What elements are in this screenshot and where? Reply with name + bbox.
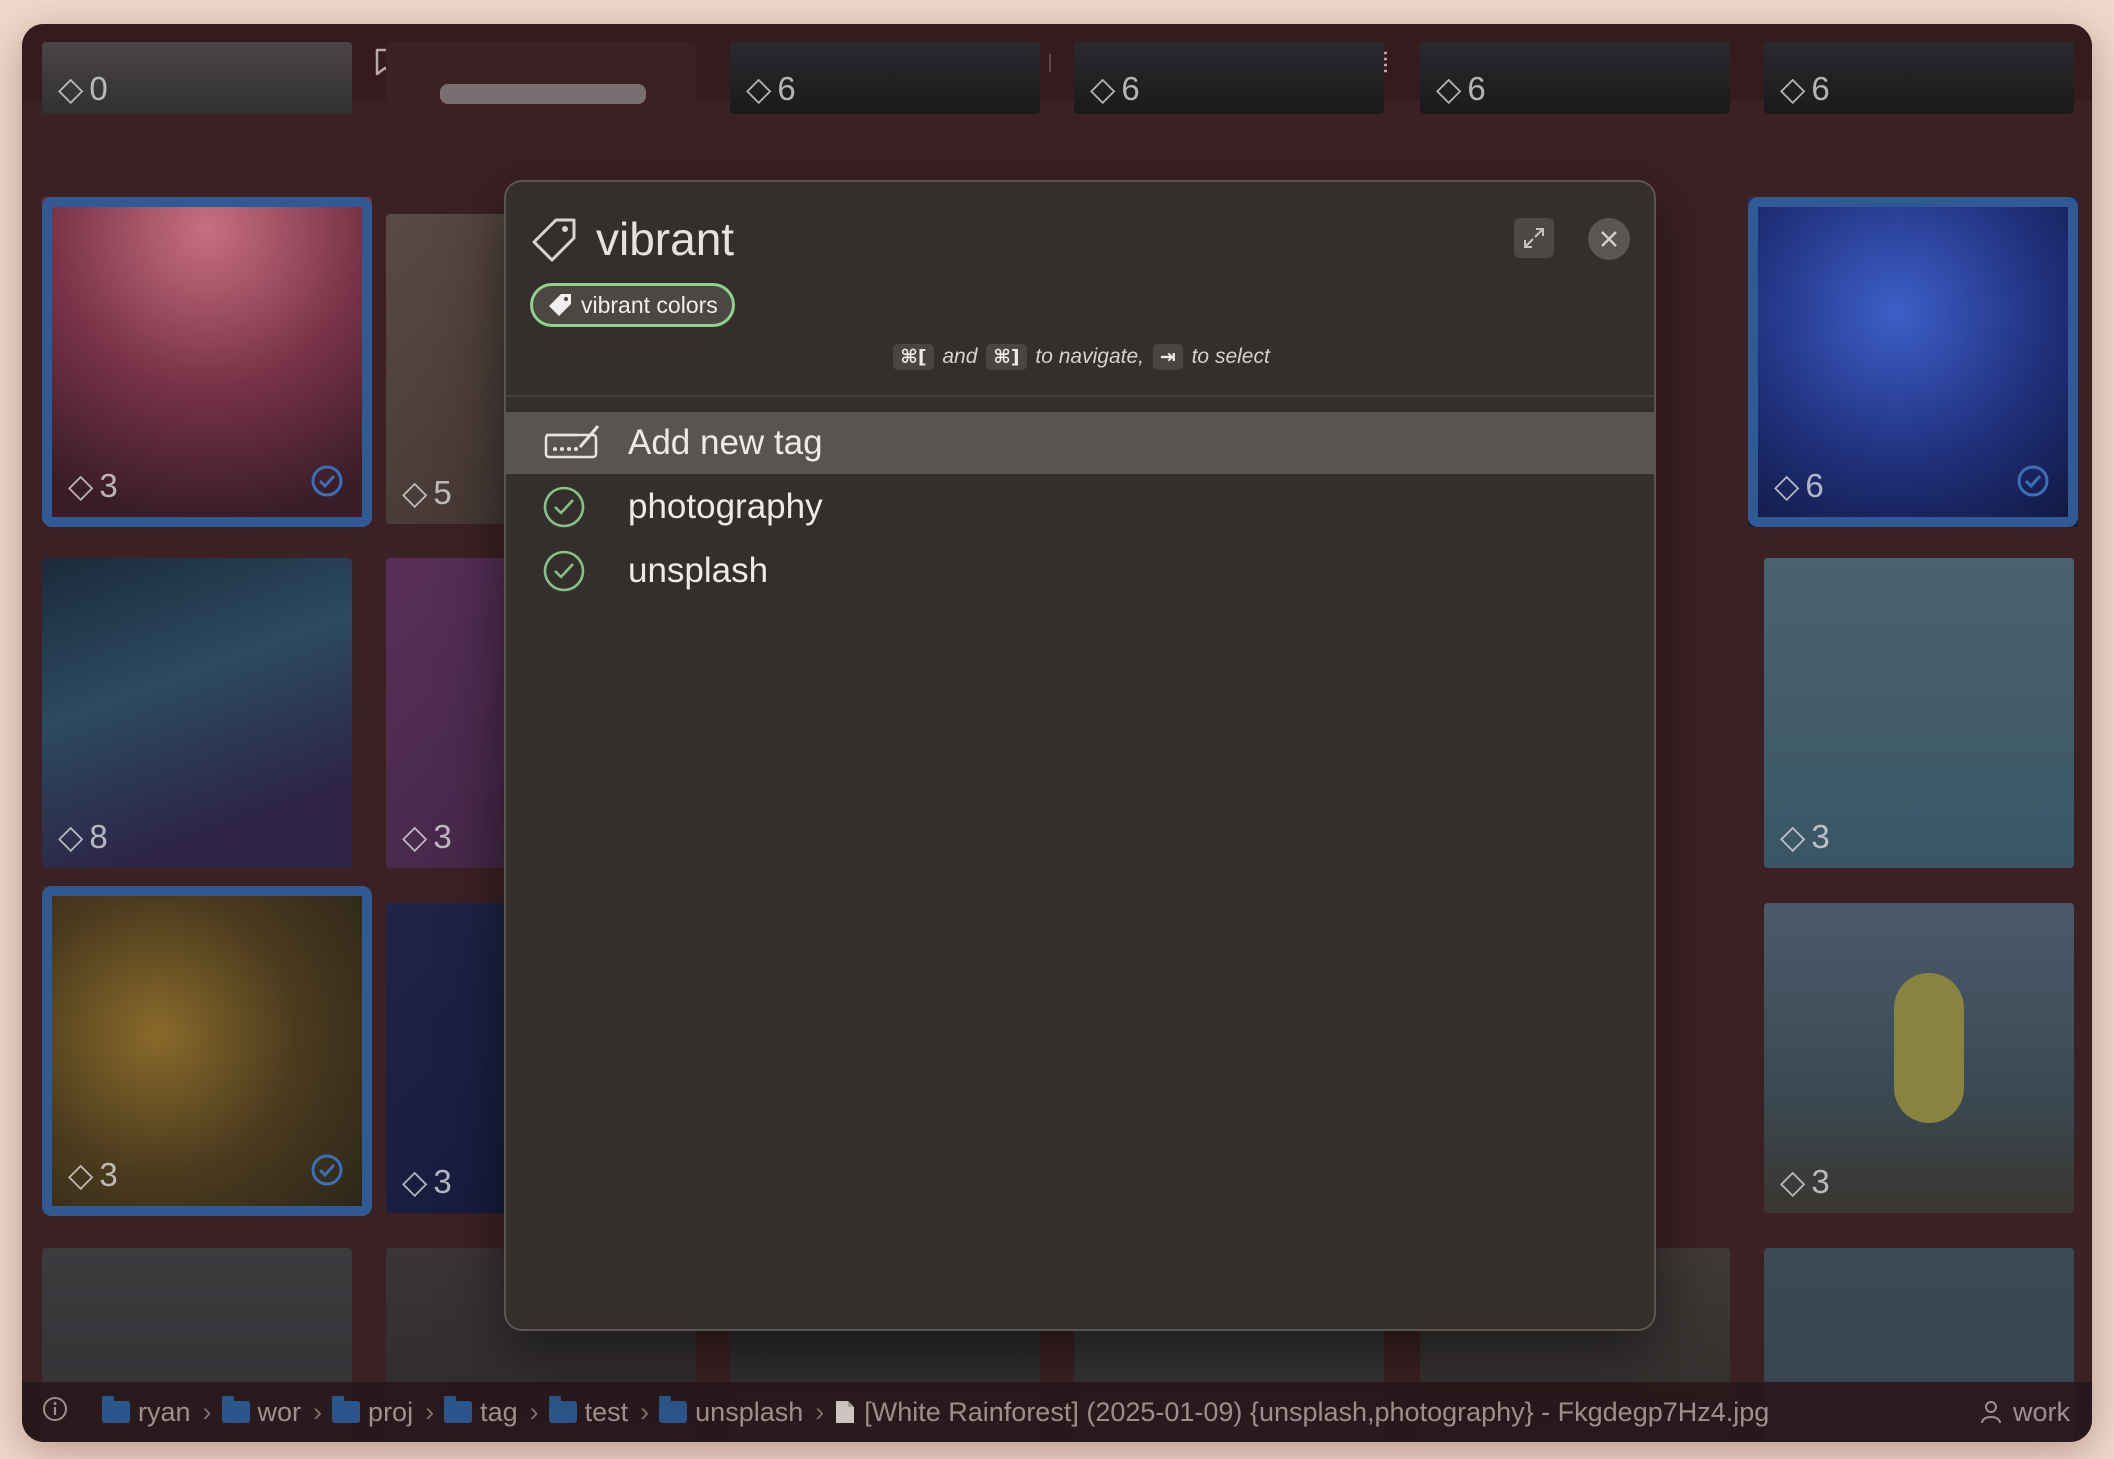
- thumbnail-sea-paddle[interactable]: ◇ 3: [1764, 558, 2074, 868]
- tag-icon: ◇: [1780, 818, 1806, 855]
- option-label: photography: [628, 487, 823, 526]
- tag-dialog: vibrant colors ⌘[ and ⌘] to navigate, ⇥ …: [504, 180, 1656, 1331]
- thumbnail-concert-pink[interactable]: ◇ 3: [42, 197, 372, 527]
- folder-icon: [102, 1396, 130, 1423]
- shortcut-key: ⇥: [1152, 344, 1183, 370]
- tag-icon: ◇: [1090, 70, 1116, 107]
- thumbnail-partial[interactable]: [386, 42, 696, 114]
- thumbnail-partial[interactable]: ◇ 6: [1764, 42, 2074, 114]
- tag-icon: [530, 216, 580, 271]
- close-button[interactable]: [1588, 218, 1630, 260]
- add-tag-icon: [542, 423, 612, 463]
- tag-icon: ◇: [58, 818, 84, 855]
- breadcrumb-item[interactable]: wor ›: [221, 1396, 322, 1428]
- user-icon: [1980, 1401, 2001, 1424]
- tag-count: ◇ 6: [1436, 69, 1486, 108]
- breadcrumb-file[interactable]: [White Rainforest] (2025-01-09) {unsplas…: [834, 1397, 1769, 1428]
- tag-icon: ◇: [1780, 70, 1806, 107]
- option-unsplash[interactable]: unsplash: [506, 540, 1654, 602]
- tag-icon: ◇: [1774, 467, 1800, 504]
- close-icon: [1601, 231, 1617, 247]
- tag-count: ◇ 0: [58, 69, 108, 108]
- bird-shape: [1894, 973, 1964, 1123]
- tag-icon: ◇: [402, 474, 428, 511]
- divider: [506, 395, 1654, 397]
- tag-count: ◇ 3: [68, 1155, 118, 1194]
- thumbnail-label-bar: [440, 84, 646, 104]
- app-window: ◇ 0 ◇ 6 ◇ 6 ◇ 6 ◇ 6 ◇ 3 ◇ 5 ◇ 6 ◇ 8 ◇ 3 …: [22, 24, 2092, 1442]
- tag-count: ◇ 3: [402, 1162, 452, 1201]
- workspace-indicator[interactable]: work: [1979, 1397, 2070, 1428]
- thumbnail-partial[interactable]: ◇ 0: [42, 42, 352, 114]
- folder-icon: [332, 1396, 361, 1423]
- tag-count: ◇ 6: [1774, 466, 1824, 505]
- breadcrumb-item[interactable]: proj ›: [332, 1396, 434, 1428]
- breadcrumb-item[interactable]: test ›: [548, 1396, 649, 1428]
- thumbnail-partial[interactable]: ◇ 6: [1074, 42, 1384, 114]
- tag-count: ◇ 3: [1780, 1162, 1830, 1201]
- tag-search-input[interactable]: [596, 204, 1396, 274]
- expand-icon: [1524, 228, 1544, 248]
- option-add-new-tag[interactable]: Add new tag: [506, 412, 1654, 474]
- tag-count: ◇ 3: [68, 466, 118, 505]
- thumbnail-concert-blue[interactable]: ◇ 6: [1748, 197, 2078, 527]
- tag-count: ◇ 8: [58, 817, 108, 856]
- file-icon: [836, 1401, 855, 1423]
- thumbnail-autumn-leaves[interactable]: ◇ 3: [42, 886, 372, 1216]
- tag-icon: ◇: [746, 70, 772, 107]
- check-circle-icon: [542, 549, 612, 593]
- breadcrumb-item[interactable]: ryan ›: [102, 1396, 212, 1428]
- expand-button[interactable]: [1514, 218, 1554, 258]
- folder-icon: [221, 1396, 250, 1423]
- tag-count: ◇ 6: [1090, 69, 1140, 108]
- tag-icon: ◇: [68, 1156, 94, 1193]
- breadcrumb-item[interactable]: unsplash ›: [659, 1396, 824, 1428]
- folder-icon: [444, 1396, 473, 1423]
- option-label: Add new tag: [628, 423, 823, 462]
- folder-icon: [659, 1396, 688, 1423]
- tag-icon: ◇: [68, 467, 94, 504]
- tag-search-row: [530, 204, 1630, 274]
- folder-icon: [548, 1396, 577, 1423]
- check-circle-icon: [542, 485, 612, 529]
- breadcrumb-item[interactable]: tag ›: [444, 1396, 539, 1428]
- thumbnail-partial[interactable]: ◇ 6: [1420, 42, 1730, 114]
- info-icon[interactable]: [42, 1396, 68, 1429]
- tag-count: ◇ 6: [746, 69, 796, 108]
- shortcut-key: ⌘[: [893, 344, 934, 370]
- keyboard-hint: ⌘[ and ⌘] to navigate, ⇥ to select: [506, 344, 1654, 370]
- thumbnail-laser-beams[interactable]: ◇ 8: [42, 558, 352, 868]
- tag-icon: ◇: [1780, 1163, 1806, 1200]
- selected-check-icon: [310, 464, 344, 503]
- tag-icon: ◇: [402, 1163, 428, 1200]
- tag-icon: ◇: [402, 818, 428, 855]
- thumbnail-partial[interactable]: ◇ 6: [730, 42, 1040, 114]
- toolbar-divider: [1048, 42, 1052, 82]
- option-label: unsplash: [628, 551, 769, 590]
- selected-check-icon: [310, 1153, 344, 1192]
- status-bar: ryan › wor › proj › tag › test › unsplash › [W…: [22, 1382, 2092, 1442]
- thumbnail-great-tit[interactable]: ◇ 3: [1764, 903, 2074, 1213]
- tag-icon: ◇: [58, 70, 84, 107]
- option-photography[interactable]: photography: [506, 476, 1654, 538]
- tag-chip[interactable]: vibrant colors: [530, 283, 735, 327]
- selected-check-icon: [2016, 464, 2050, 503]
- tag-count: ◇ 5: [402, 473, 452, 512]
- tag-count: ◇ 3: [402, 817, 452, 856]
- tag-count: ◇ 6: [1780, 69, 1830, 108]
- shortcut-key: ⌘]: [986, 344, 1027, 370]
- tag-filled-icon: [549, 294, 571, 316]
- tag-count: ◇ 3: [1780, 817, 1830, 856]
- tag-icon: ◇: [1436, 70, 1462, 107]
